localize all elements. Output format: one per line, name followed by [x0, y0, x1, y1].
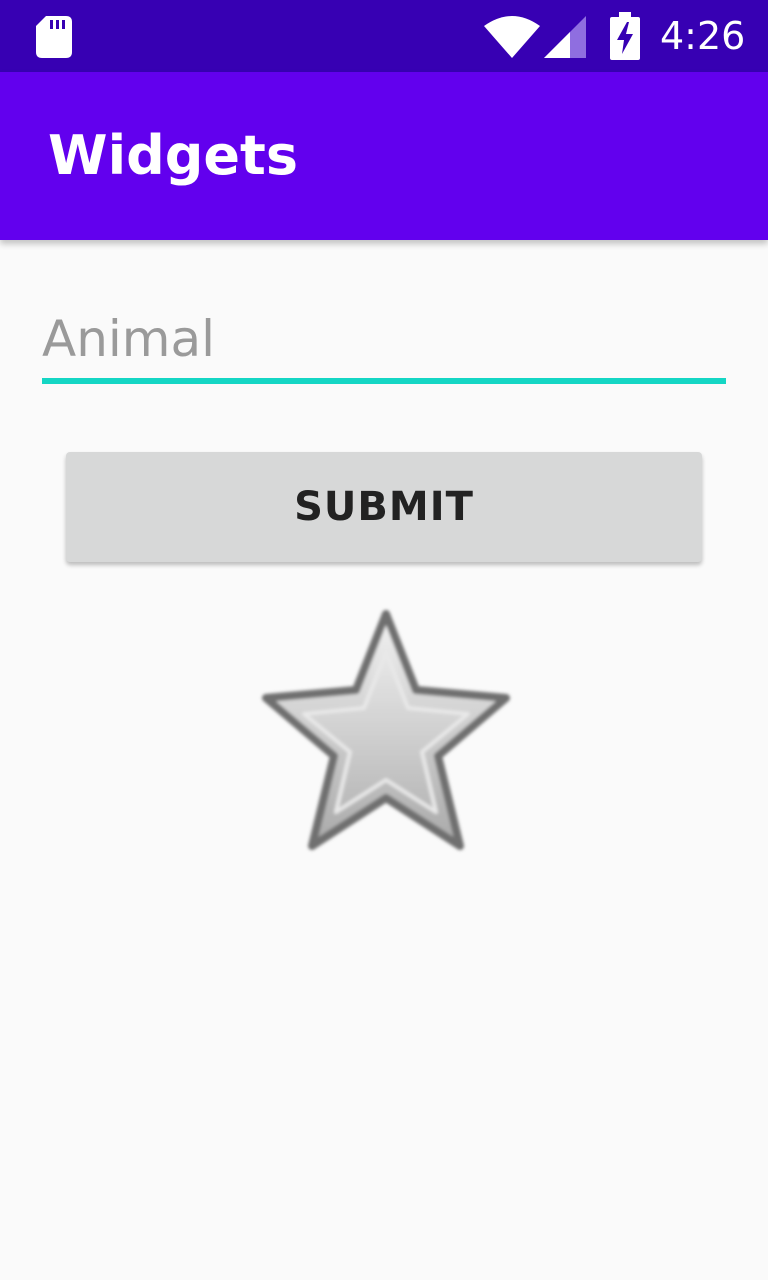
input-underline: [42, 378, 726, 384]
status-bar: 4:26: [0, 0, 768, 72]
sd-card-icon: [36, 16, 72, 58]
status-clock: 4:26: [660, 14, 746, 58]
animal-text-field[interactable]: [42, 300, 726, 386]
submit-button[interactable]: SUBMIT: [66, 452, 702, 562]
app-bar: Widgets: [0, 72, 768, 240]
wifi-icon: [484, 16, 540, 58]
app-title: Widgets: [48, 124, 298, 187]
battery-charging-icon: [610, 12, 640, 60]
star-icon[interactable]: [258, 606, 514, 858]
cellular-signal-icon: [544, 16, 586, 58]
animal-input[interactable]: [42, 300, 726, 378]
